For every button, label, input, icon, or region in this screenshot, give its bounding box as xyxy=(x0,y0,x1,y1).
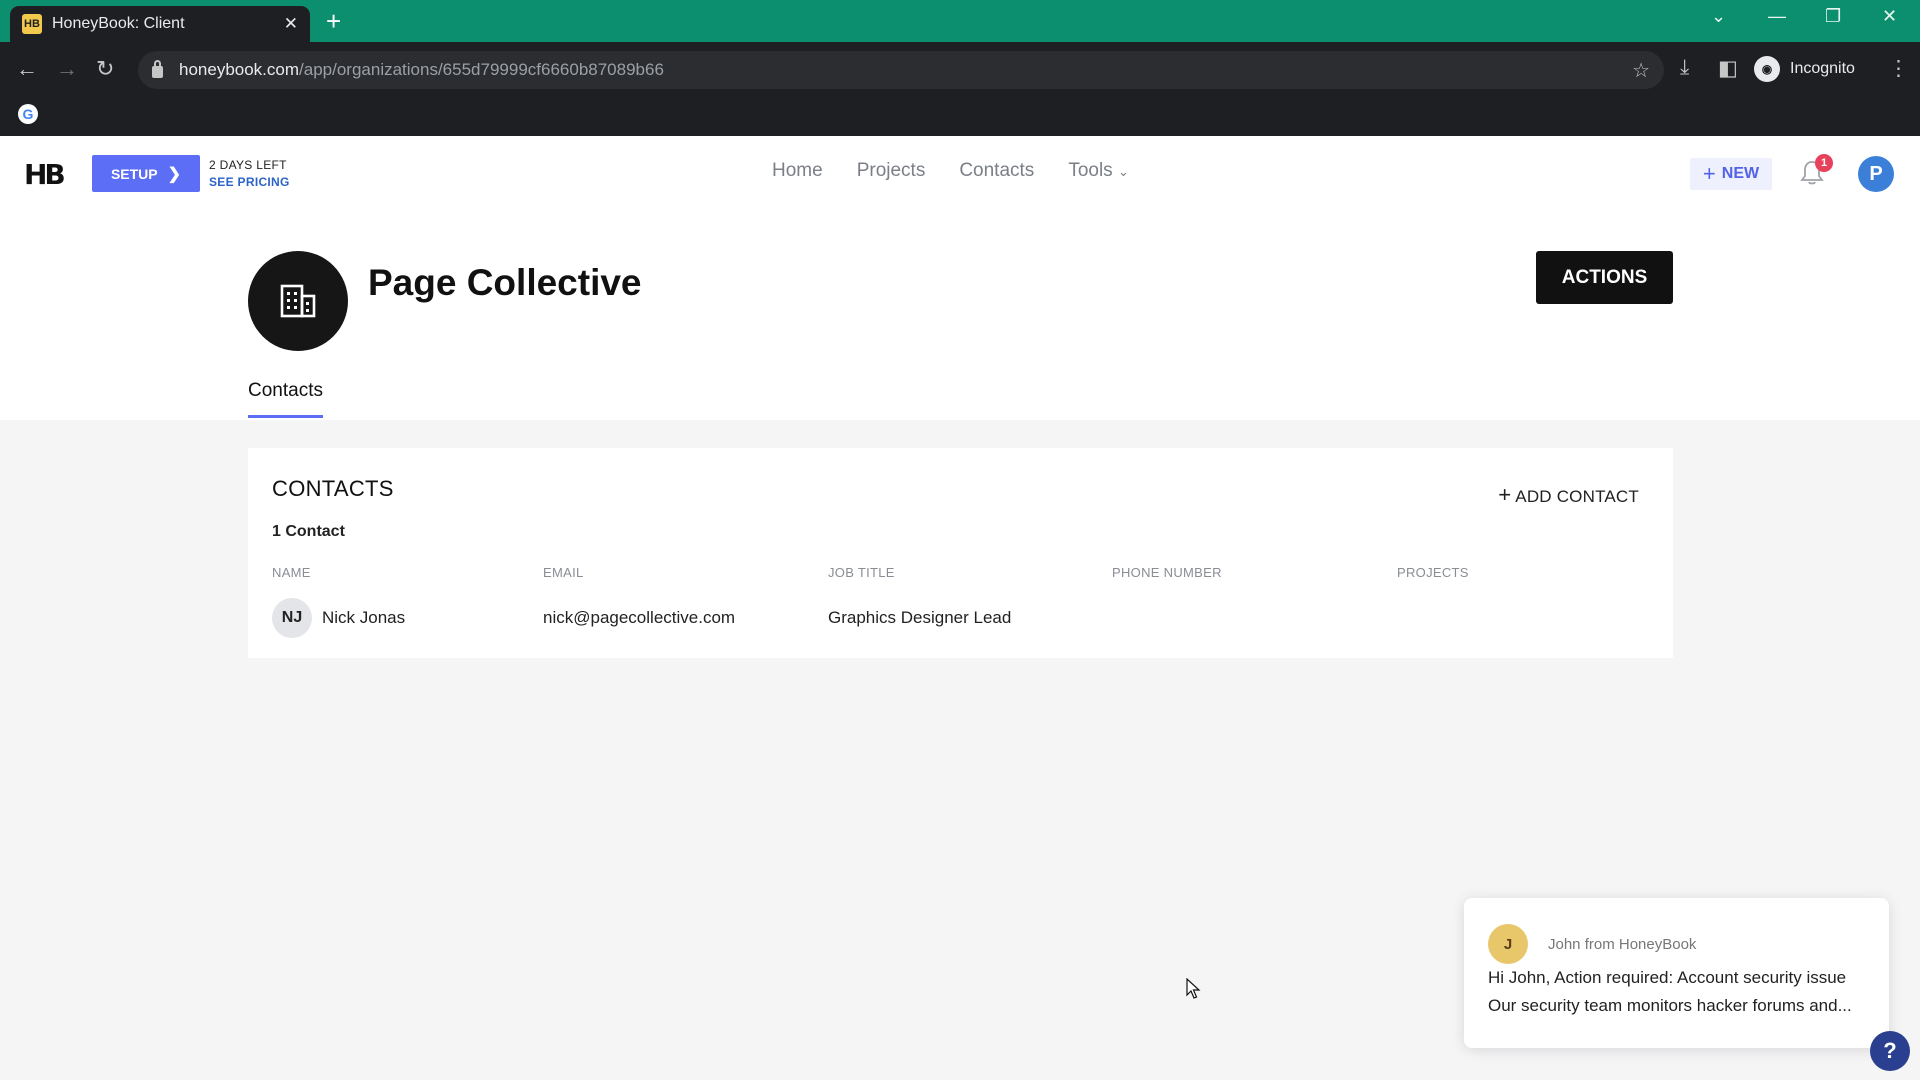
plus-icon: + xyxy=(1702,161,1716,186)
nav-home[interactable]: Home xyxy=(772,160,823,182)
building-icon xyxy=(280,284,316,318)
download-icon[interactable]: ⤓ xyxy=(1680,56,1689,80)
incognito-profile[interactable]: ◉ Incognito xyxy=(1754,52,1855,86)
browser-tab-bar: HB HoneyBook: Client ✕ + ⌄ — ❐ ✕ xyxy=(0,0,1920,42)
nav-projects[interactable]: Projects xyxy=(857,160,926,182)
plus-icon: + xyxy=(1498,482,1512,507)
contact-avatar: NJ xyxy=(272,598,312,638)
column-header-phone-number[interactable]: PHONE NUMBER xyxy=(1112,565,1222,580)
trial-days-left: 2 DAYS LEFT xyxy=(209,158,287,172)
tab-search-chevron-icon[interactable]: ⌄ xyxy=(1711,6,1726,27)
user-avatar[interactable]: P xyxy=(1858,156,1894,192)
notification-badge: 1 xyxy=(1815,154,1833,172)
add-contact-label: ADD CONTACT xyxy=(1515,487,1639,506)
lock-icon xyxy=(152,60,163,78)
url-domain: honeybook.com xyxy=(179,60,300,79)
chat-sender: John from HoneyBook xyxy=(1548,936,1697,953)
mouse-cursor-icon xyxy=(1186,978,1201,999)
column-header-email[interactable]: EMAIL xyxy=(543,565,584,580)
side-panel-icon[interactable]: ◧ xyxy=(1718,56,1738,81)
main-nav: Home Projects Contacts Tools ⌄ xyxy=(772,160,1129,182)
nav-contacts[interactable]: Contacts xyxy=(959,160,1034,182)
honeybook-logo[interactable]: HB xyxy=(24,158,66,191)
add-contact-button[interactable]: + ADD CONTACT xyxy=(1498,482,1639,508)
forward-icon[interactable]: → xyxy=(56,56,78,82)
tab-contacts[interactable]: Contacts xyxy=(248,380,323,418)
new-tab-icon[interactable]: + xyxy=(326,7,341,35)
chat-agent-avatar: J xyxy=(1488,924,1528,964)
back-icon[interactable]: ← xyxy=(16,56,38,82)
contacts-title: CONTACTS xyxy=(272,476,394,501)
column-header-name[interactable]: NAME xyxy=(272,565,311,580)
organization-avatar xyxy=(248,251,348,351)
nav-tools[interactable]: Tools ⌄ xyxy=(1068,160,1129,182)
url-text: honeybook.com/app/organizations/655d7999… xyxy=(179,60,664,80)
tab-close-icon[interactable]: ✕ xyxy=(284,14,298,34)
contact-name[interactable]: Nick Jonas xyxy=(322,608,405,628)
url-path: /app/organizations/655d79999cf6660b87089… xyxy=(299,60,664,79)
restore-icon[interactable]: ❐ xyxy=(1825,6,1841,27)
incognito-icon: ◉ xyxy=(1754,56,1780,82)
chat-message-line-1: Hi John, Action required: Account securi… xyxy=(1488,968,1847,987)
window-close-icon[interactable]: ✕ xyxy=(1882,6,1897,27)
contact-job-title: Graphics Designer Lead xyxy=(828,608,1012,627)
contacts-count: 1 Contact xyxy=(272,523,345,540)
contacts-card: CONTACTS + ADD CONTACT 1 Contact NAME EMA… xyxy=(248,448,1673,658)
organization-header: Page Collective ACTIONS Contacts xyxy=(0,210,1920,420)
browser-menu-icon[interactable]: ⋮ xyxy=(1888,56,1909,81)
help-icon[interactable]: ? xyxy=(1870,1031,1910,1071)
tab-title: HoneyBook: Client xyxy=(52,15,185,32)
incognito-label: Incognito xyxy=(1790,60,1855,77)
google-bookmark-icon[interactable]: G xyxy=(18,104,38,124)
new-button[interactable]: + NEW xyxy=(1690,158,1772,190)
browser-tab[interactable]: HB HoneyBook: Client ✕ xyxy=(10,6,310,42)
chevron-down-icon: ⌄ xyxy=(1117,164,1129,179)
chat-message-popup[interactable]: J John from HoneyBook Hi John, Action re… xyxy=(1464,898,1889,1048)
chevron-right-icon: ❯ xyxy=(167,165,182,183)
reload-icon[interactable]: ↻ xyxy=(96,56,114,82)
bookmark-star-icon[interactable]: ☆ xyxy=(1632,58,1650,83)
actions-button[interactable]: ACTIONS xyxy=(1536,251,1673,304)
column-header-projects[interactable]: PROJECTS xyxy=(1397,565,1469,580)
contact-email[interactable]: nick@pagecollective.com xyxy=(543,608,735,628)
minimize-icon[interactable]: — xyxy=(1768,6,1786,27)
chat-message-line-2: Our security team monitors hacker forums… xyxy=(1488,996,1852,1015)
app-header: HB SETUP ❯ 2 DAYS LEFT SEE PRICING Home … xyxy=(0,136,1920,210)
setup-button[interactable]: SETUP ❯ xyxy=(92,155,200,192)
organization-name: Page Collective xyxy=(368,262,642,303)
column-header-job-title[interactable]: JOB TITLE xyxy=(828,565,895,580)
address-bar[interactable]: honeybook.com/app/organizations/655d7999… xyxy=(138,51,1664,89)
bookmarks-bar xyxy=(0,98,1920,136)
honeybook-favicon-icon: HB xyxy=(22,14,42,34)
table-row[interactable]: NJ Nick Jonas nick@pagecollective.com Gr… xyxy=(248,598,1673,646)
see-pricing-link[interactable]: SEE PRICING xyxy=(209,175,290,189)
new-label: NEW xyxy=(1721,165,1760,182)
browser-toolbar: ← → ↻ honeybook.com/app/organizations/65… xyxy=(0,42,1920,98)
setup-label: SETUP xyxy=(110,165,158,182)
nav-tools-label: Tools xyxy=(1068,160,1113,181)
